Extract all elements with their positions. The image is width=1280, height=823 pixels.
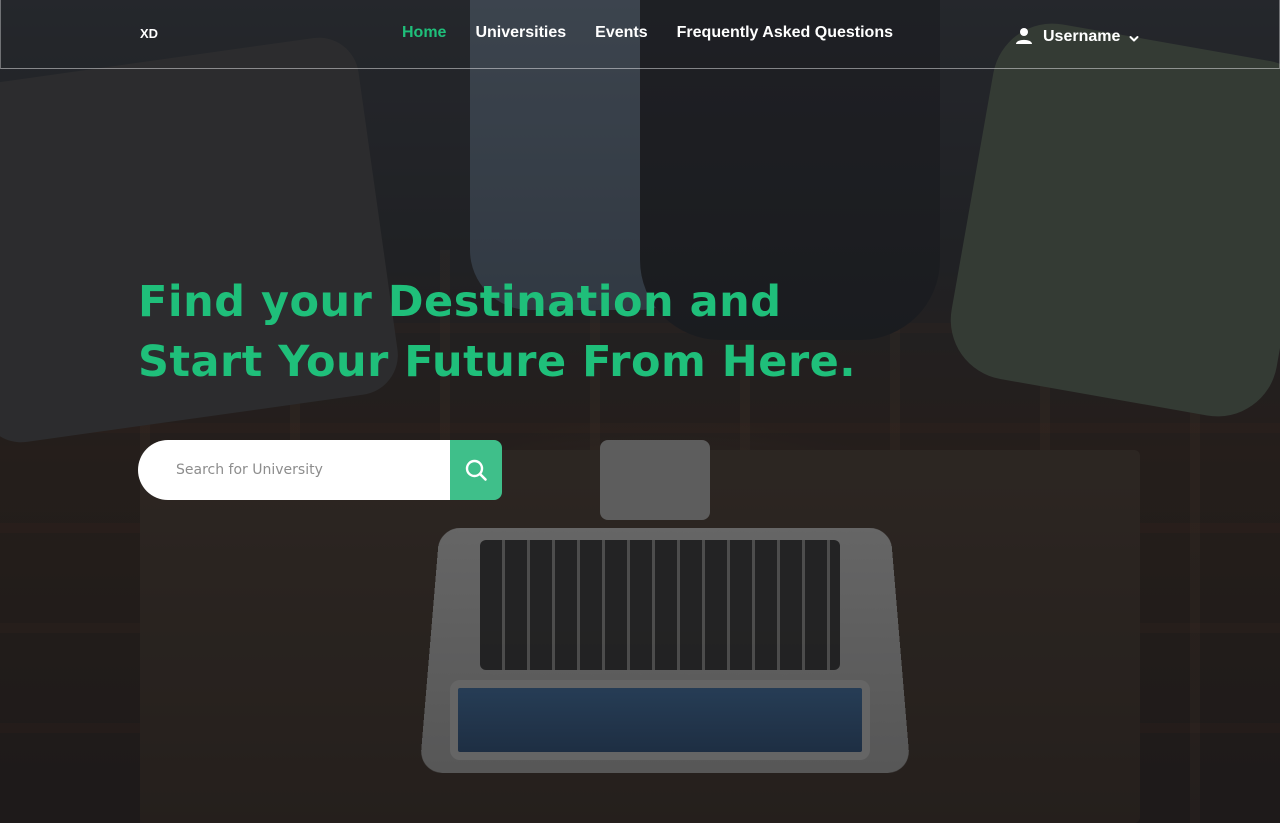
chevron-down-icon [1129,35,1139,41]
logo[interactable]: XD [140,26,158,41]
main-nav: Home Universities Events Frequently Aske… [402,24,922,42]
nav-universities[interactable]: Universities [475,24,566,42]
nav-events[interactable]: Events [595,24,647,42]
nav-faq[interactable]: Frequently Asked Questions [677,24,893,42]
top-navbar: XD Home Universities Events Frequently A… [0,0,1280,69]
user-menu[interactable]: Username [1015,25,1140,46]
hero-headline-line2: Start Your Future From Here. [138,337,857,387]
background-overlay [0,0,1280,823]
nav-home[interactable]: Home [402,24,446,42]
search-icon [465,459,487,481]
username-label: Username [1043,28,1121,45]
hero-headline-line1: Find your Destination and [138,277,782,327]
search-input[interactable] [138,440,450,500]
user-icon [1016,27,1032,44]
search-button[interactable] [450,440,502,500]
university-search [138,440,502,500]
hero-headline: Find your Destination and Start Your Fut… [138,272,856,392]
